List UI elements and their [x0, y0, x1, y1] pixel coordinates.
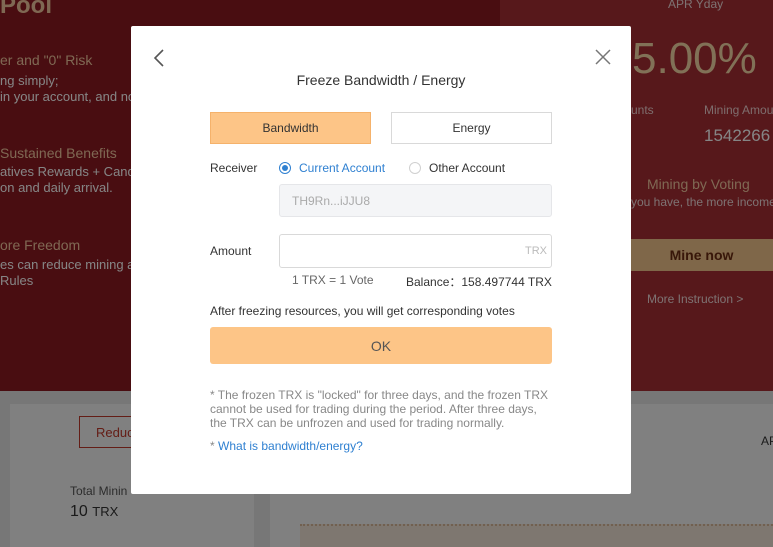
freeze-modal: Freeze Bandwidth / Energy Bandwidth Ener…	[131, 26, 631, 494]
close-icon	[595, 49, 611, 65]
balance-label: Balance：	[406, 275, 462, 289]
radio-other-label: Other Account	[429, 161, 506, 175]
radio-current-label: Current Account	[299, 161, 386, 175]
votes-info: After freezing resources, you will get c…	[210, 304, 515, 318]
balance-value: 158.497744 TRX	[461, 275, 552, 289]
help-link-row[interactable]: * What is bandwidth/energy?	[210, 439, 363, 453]
amount-input[interactable]	[288, 241, 508, 261]
receiver-address-field: TH9Rn...iJJU8	[279, 184, 552, 217]
amount-label: Amount	[210, 244, 252, 258]
balance-row: Balance：158.497744 TRX	[406, 273, 552, 290]
tab-energy[interactable]: Energy	[391, 112, 552, 144]
chevron-left-icon	[153, 49, 164, 67]
radio-other-account[interactable]: Other Account	[409, 161, 505, 175]
receiver-label: Receiver	[210, 161, 258, 175]
modal-title: Freeze Bandwidth / Energy	[296, 72, 466, 88]
close-button[interactable]	[592, 46, 614, 68]
rate-text: 1 TRX = 1 Vote	[292, 273, 374, 287]
help-star: *	[210, 439, 219, 453]
radio-unchecked-icon	[409, 162, 421, 174]
ok-button[interactable]: OK	[210, 327, 552, 364]
amount-field-wrapper[interactable]: TRX	[279, 234, 552, 268]
help-link[interactable]: What is bandwidth/energy?	[218, 439, 363, 453]
radio-current-account[interactable]: Current Account	[279, 161, 385, 175]
frozen-note: * The frozen TRX is "locked" for three d…	[210, 388, 549, 430]
radio-checked-icon	[279, 162, 291, 174]
amount-unit: TRX	[525, 245, 547, 257]
tab-bandwidth[interactable]: Bandwidth	[210, 112, 371, 144]
back-button[interactable]	[149, 47, 171, 69]
